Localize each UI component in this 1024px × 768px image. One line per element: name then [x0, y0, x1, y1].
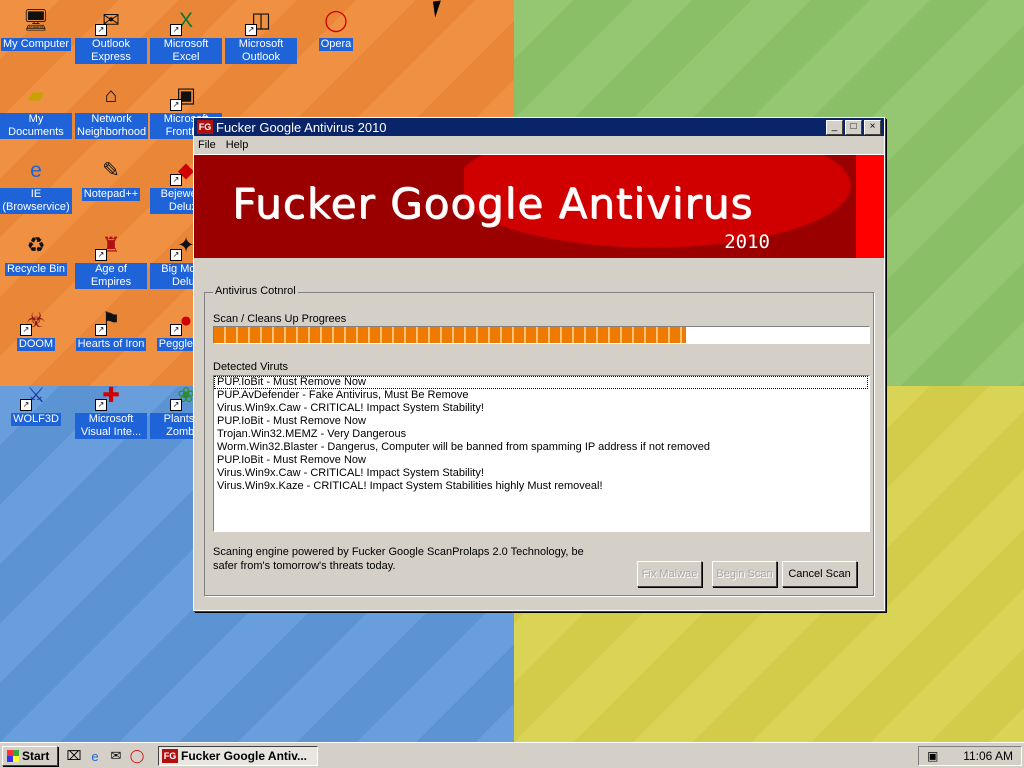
desktop-icon-my-documents[interactable]: ▰ My Documents	[0, 79, 72, 139]
banner-title: Fucker Google Antivirus	[232, 179, 754, 228]
close-icon[interactable]: ×	[864, 119, 881, 135]
menu-bar: File Help	[194, 136, 884, 154]
desktop-icon-hearts-of-iron[interactable]: ⚑ ↗ Hearts of Iron	[75, 304, 147, 351]
detected-virus-item[interactable]: PUP.IoBit - Must Remove Now	[214, 454, 869, 467]
doom-icon: ☣ ↗	[20, 304, 52, 336]
opera-icon: ◯	[324, 8, 348, 32]
desktop-icon-age-of-empires[interactable]: ♜ ↗ Age of Empires	[75, 229, 147, 289]
scan-progress-label: Scan / Cleans Up Progrees	[213, 313, 347, 325]
windows-logo-icon	[7, 750, 19, 762]
fix-malware-button[interactable]: Fix Malwae	[637, 561, 702, 587]
frontpage-icon: ▣ ↗	[170, 79, 202, 111]
taskbar-app-icon: FG	[162, 749, 178, 763]
banner: Fucker Google Antivirus 2010	[194, 154, 884, 258]
start-label: Start	[22, 749, 50, 763]
computer-icon: 🖥	[22, 8, 50, 32]
desktop-icon-opera[interactable]: ◯ Opera	[300, 4, 372, 51]
desktop-icon-outlook[interactable]: ◫ ↗ Microsoft Outlook	[225, 4, 297, 64]
taskbar: Start ⌧ e ✉ ◯ FG Fucker Google Antiv... …	[0, 742, 1024, 768]
start-button[interactable]: Start	[2, 746, 58, 766]
detected-virus-item[interactable]: Virus.Win9x.Caw - CRITICAL! Impact Syste…	[214, 467, 869, 480]
detected-virus-item[interactable]: PUP.IoBit - Must Remove Now	[214, 376, 868, 389]
desktop-icon-recycle-bin[interactable]: ♻ Recycle Bin	[0, 229, 72, 276]
notepad-plus-plus-icon: ✎	[102, 158, 120, 182]
desktop-icon-ie[interactable]: e IE (Browservice)	[0, 154, 72, 214]
scan-progress-fill	[214, 327, 686, 343]
app-logo-icon: FG	[197, 120, 213, 134]
window-titlebar[interactable]: FG Fucker Google Antivirus 2010 _ □ ×	[194, 118, 884, 136]
minimize-icon[interactable]: _	[826, 119, 843, 135]
outlook-icon: ◫ ↗	[245, 4, 277, 36]
cancel-scan-button[interactable]: Cancel Scan	[782, 561, 857, 587]
detected-virus-item[interactable]: PUP.IoBit - Must Remove Now	[214, 415, 869, 428]
detected-virus-item[interactable]: Virus.Win9x.Caw - CRITICAL! Impact Syste…	[214, 402, 869, 415]
quick-launch: ⌧ e ✉ ◯	[66, 748, 150, 764]
detected-viruses-label: Detected Viruts	[213, 361, 289, 373]
internet-explorer-icon: e	[30, 158, 42, 182]
detected-virus-item[interactable]: Virus.Win9x.Kaze - CRITICAL! Impact Syst…	[214, 480, 869, 493]
internet-explorer-icon[interactable]: e	[87, 748, 103, 764]
menu-file[interactable]: File	[198, 139, 216, 151]
outlook-express-icon[interactable]: ✉	[108, 748, 124, 764]
taskbar-app-label: Fucker Google Antiv...	[181, 749, 308, 763]
desktop-icon-visual-interdev[interactable]: ✚ ↗ Microsoft Visual Inte...	[75, 379, 147, 439]
excel-icon: X ↗	[170, 4, 202, 36]
detected-virus-item[interactable]: Worm.Win32.Blaster - Dangerus, Computer …	[214, 441, 869, 454]
desktop: 🖥 My Computer ✉ ↗ Outlook Express X ↗ Micr…	[0, 0, 1024, 768]
detected-virus-item[interactable]: PUP.AvDefender - Fake Antivirus, Must Be…	[214, 389, 869, 402]
window-title: Fucker Google Antivirus 2010	[216, 119, 387, 135]
outlook-express-icon: ✉ ↗	[95, 4, 127, 36]
desktop-icon-network[interactable]: ⌂ Network Neighborhood	[75, 79, 149, 139]
antivirus-control-group: Antivirus Cotnrol Scan / Cleans Up Progr…	[204, 285, 874, 596]
age-of-empires-icon: ♜ ↗	[95, 229, 127, 261]
show-desktop-icon[interactable]: ⌧	[66, 748, 82, 764]
desktop-icon-my-computer[interactable]: 🖥 My Computer	[0, 4, 72, 51]
network-tray-icon[interactable]: ▣	[927, 749, 938, 763]
desktop-icon-doom[interactable]: ☣ ↗ DOOM	[0, 304, 72, 351]
group-label: Antivirus Cotnrol	[213, 285, 298, 297]
network-icon: ⌂	[104, 83, 118, 107]
antivirus-window: FG Fucker Google Antivirus 2010 _ □ × Fi…	[193, 117, 885, 611]
menu-help[interactable]: Help	[226, 139, 249, 151]
banner-year: 2010	[724, 231, 770, 253]
hearts-of-iron-icon: ⚑ ↗	[95, 304, 127, 336]
desktop-icon-outlook-express[interactable]: ✉ ↗ Outlook Express	[75, 4, 147, 64]
desktop-icon-wolf3d[interactable]: ⚔ ↗ WOLF3D	[0, 379, 72, 426]
clock: 11:06 AM	[963, 749, 1013, 763]
wolf3d-icon: ⚔ ↗	[20, 379, 52, 411]
documents-folder-icon: ▰	[27, 83, 45, 107]
detected-viruses-list[interactable]: PUP.IoBit - Must Remove Now PUP.AvDefende…	[213, 375, 870, 532]
system-tray: ▣ 11:06 AM	[918, 746, 1022, 766]
visual-interdev-icon: ✚ ↗	[95, 379, 127, 411]
maximize-icon[interactable]: □	[845, 119, 862, 135]
desktop-icon-excel[interactable]: X ↗ Microsoft Excel	[150, 4, 222, 64]
taskbar-app-button[interactable]: FG Fucker Google Antiv...	[158, 746, 318, 766]
engine-footer-text: Scaning engine powered by Fucker Google …	[213, 546, 584, 572]
banner-accent	[856, 155, 884, 258]
scan-progress-bar	[213, 326, 870, 344]
recycle-bin-icon: ♻	[26, 233, 46, 257]
detected-virus-item[interactable]: Trojan.Win32.MEMZ - Very Dangerous	[214, 428, 869, 441]
begin-scan-button[interactable]: Begin Scan	[712, 561, 777, 587]
opera-icon[interactable]: ◯	[129, 748, 145, 764]
desktop-icon-notepadpp[interactable]: ✎ Notepad++	[75, 154, 147, 201]
